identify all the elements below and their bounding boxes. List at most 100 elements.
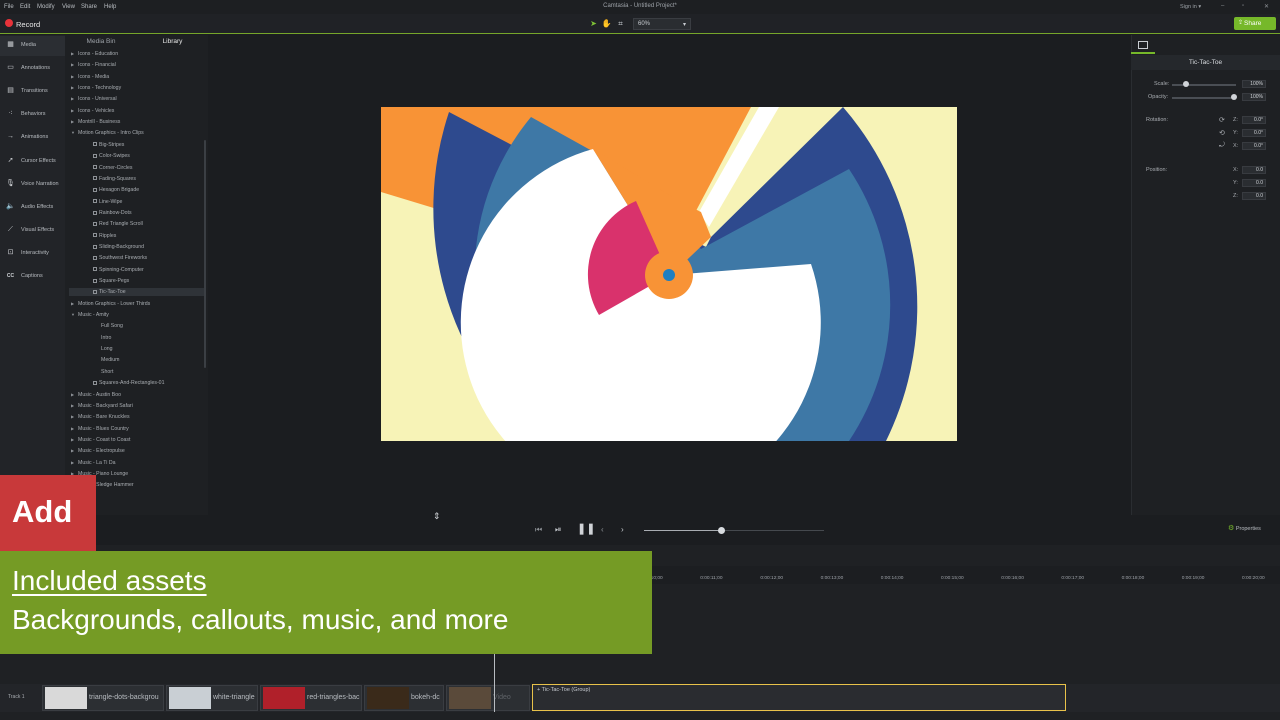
timeline-clip[interactable]: triangle-dots-backgrou: [42, 685, 164, 711]
next-icon[interactable]: ›: [621, 525, 624, 534]
selected-clip[interactable]: + Tic-Tac-Toe (Group): [532, 684, 1066, 711]
library-item[interactable]: Short: [69, 368, 204, 376]
timeline-clip[interactable]: bokeh-dc: [364, 685, 444, 711]
timeline-clip[interactable]: red-triangles-bac: [260, 685, 362, 711]
library-item[interactable]: Big-Stripes: [69, 141, 204, 149]
library-folder[interactable]: ▶Icons - Education: [69, 50, 204, 58]
library-item[interactable]: Hexagon Brigade: [69, 186, 204, 194]
library-item[interactable]: Squares-And-Rectangles-01: [69, 379, 204, 387]
minimize-icon[interactable]: –: [1221, 3, 1224, 9]
library-folder[interactable]: ▶Music - Austin Boo: [69, 391, 204, 399]
rail-item-behaviors[interactable]: ⁖Behaviors: [0, 105, 65, 125]
rail-item-audio-effects[interactable]: 🔈Audio Effects: [0, 198, 65, 218]
crop-icon[interactable]: ⌗: [615, 18, 626, 29]
rotation-z-field[interactable]: 0.0°: [1242, 116, 1266, 124]
rail-item-animations[interactable]: →Animations: [0, 128, 65, 148]
rail-item-media[interactable]: ▦Media: [0, 36, 65, 56]
library-folder[interactable]: ▶Icons - Technology: [69, 84, 204, 92]
library-folder[interactable]: ▶Music - Blues Country: [69, 425, 204, 433]
library-item[interactable]: Sliding-Background: [69, 243, 204, 251]
rotation-x-field[interactable]: 0.0°: [1242, 142, 1266, 150]
timeline-clip[interactable]: Video: [446, 685, 530, 711]
pause-icon[interactable]: ❚❚: [577, 522, 595, 535]
library-item[interactable]: Intro: [69, 334, 204, 342]
share-button[interactable]: ⇪ Share: [1234, 17, 1276, 30]
hand-icon[interactable]: ✋: [601, 18, 612, 29]
rail-item-captions[interactable]: CCCaptions: [0, 267, 65, 287]
library-item[interactable]: Tic-Tac-Toe: [69, 288, 204, 296]
library-item[interactable]: Medium: [69, 356, 204, 364]
library-folder[interactable]: ▶Motion Graphics - Lower Thirds: [69, 300, 204, 308]
tab-media-bin[interactable]: Media Bin: [65, 38, 137, 45]
rail-item-visual-effects[interactable]: ⟋Visual Effects: [0, 221, 65, 241]
zoom-select[interactable]: 60% ▾: [633, 18, 691, 30]
library-folder[interactable]: ▶Music - Backyard Safari: [69, 402, 204, 410]
previous-icon[interactable]: ‹: [601, 525, 604, 534]
library-item-label: Southwest Fireworks: [99, 255, 147, 261]
timeline-clip[interactable]: white-triangle: [166, 685, 258, 711]
library-folder[interactable]: ▶Icons - Financial: [69, 61, 204, 69]
library-item[interactable]: Rainbow-Dots: [69, 209, 204, 217]
library-item[interactable]: Southwest Fireworks: [69, 254, 204, 262]
info-banner-subtitle: Backgrounds, callouts, music, and more: [12, 604, 508, 636]
library-folder[interactable]: ▶Music - Electropulse: [69, 447, 204, 455]
menu-edit[interactable]: Edit: [20, 4, 30, 10]
sign-in-link[interactable]: Sign in ▾: [1180, 4, 1201, 10]
opacity-slider-track[interactable]: [1172, 97, 1236, 99]
video-preview[interactable]: [381, 107, 957, 441]
maximize-icon[interactable]: ▫: [1242, 3, 1244, 9]
library-folder[interactable]: ▶Icons - Universal: [69, 95, 204, 103]
rail-item-annotations[interactable]: ▭Annotations: [0, 59, 65, 79]
step-back-icon[interactable]: ⏮: [535, 525, 542, 535]
library-folder[interactable]: ▶Music - Bare Knuckles: [69, 413, 204, 421]
menu-view[interactable]: View: [62, 4, 75, 10]
library-scrollbar[interactable]: [204, 140, 206, 368]
record-button[interactable]: Record: [16, 20, 40, 29]
position-y-field[interactable]: 0.0: [1242, 179, 1266, 187]
menu-modify[interactable]: Modify: [37, 4, 55, 10]
rail-item-transitions[interactable]: ▤Transitions: [0, 82, 65, 102]
properties-tab-icon[interactable]: [1138, 41, 1148, 49]
library-item[interactable]: Fading-Squares: [69, 175, 204, 183]
library-item[interactable]: Red Triangle Scroll: [69, 220, 204, 228]
pointer-icon[interactable]: ➤: [588, 18, 599, 29]
scale-label: Scale:: [1154, 81, 1169, 87]
opacity-field[interactable]: 100%: [1242, 93, 1266, 101]
properties-button[interactable]: ⚙ Properties: [1228, 524, 1274, 536]
menu-help[interactable]: Help: [104, 4, 116, 10]
close-icon[interactable]: ✕: [1264, 3, 1269, 10]
library-folder[interactable]: ▶Icons - Vehicles: [69, 107, 204, 115]
tab-library[interactable]: Library: [137, 38, 208, 45]
rail-item-voice-narration[interactable]: 🎙Voice Narration: [0, 175, 65, 195]
library-folder[interactable]: ▶Music - La Ti Da: [69, 459, 204, 467]
play-icon[interactable]: ⏯: [555, 525, 561, 535]
position-z-field[interactable]: 0.0: [1242, 192, 1266, 200]
opacity-slider-knob[interactable]: [1231, 94, 1237, 100]
library-item[interactable]: Long: [69, 345, 204, 353]
library-folder[interactable]: ▶Montrill - Business: [69, 118, 204, 126]
library-folder[interactable]: ▶Icons - Media: [69, 73, 204, 81]
library-item[interactable]: Ripples: [69, 232, 204, 240]
library-item[interactable]: Square-Pegs: [69, 277, 204, 285]
library-folder[interactable]: ▼Music - Amity: [69, 311, 204, 319]
library-item[interactable]: Line-Wipe: [69, 198, 204, 206]
menu-share[interactable]: Share: [81, 4, 97, 10]
library-item[interactable]: Corner-Circles: [69, 164, 204, 172]
position-x-field[interactable]: 0.0: [1242, 166, 1266, 174]
scale-slider-knob[interactable]: [1183, 81, 1189, 87]
scale-field[interactable]: 100%: [1242, 80, 1266, 88]
library-item[interactable]: Full Song: [69, 322, 204, 330]
library-folder[interactable]: ▼Motion Graphics - Intro Clips: [69, 129, 204, 137]
library-item-label: Tic-Tac-Toe: [99, 289, 126, 295]
scale-slider-track[interactable]: [1172, 84, 1236, 86]
share-icon: ⇪: [1238, 19, 1243, 26]
rotation-y-field[interactable]: 0.0°: [1242, 129, 1266, 137]
library-folder[interactable]: ▶Music - Coast to Coast: [69, 436, 204, 444]
library-item[interactable]: Spinning-Computer: [69, 266, 204, 274]
menu-file[interactable]: File: [4, 4, 14, 10]
rail-item-cursor-effects[interactable]: ➚Cursor Effects: [0, 152, 65, 172]
rail-item-interactivity[interactable]: ⊡Interactivity: [0, 244, 65, 264]
library-item[interactable]: Color-Swipes: [69, 152, 204, 160]
record-icon[interactable]: [5, 19, 13, 27]
playhead[interactable]: [494, 652, 495, 712]
